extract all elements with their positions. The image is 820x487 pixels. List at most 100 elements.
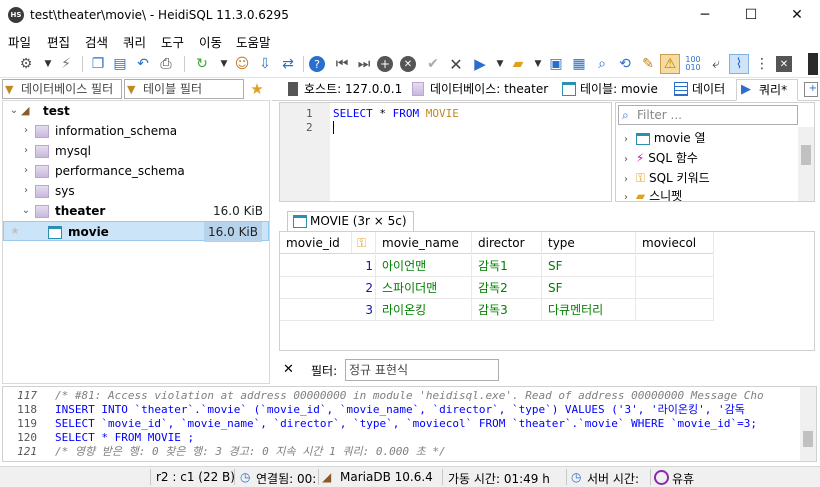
user-manager-icon[interactable]: ☺ bbox=[232, 54, 252, 74]
dropdown-icon[interactable]: ▼ bbox=[38, 54, 58, 74]
menu-go[interactable]: 이동 bbox=[199, 32, 222, 51]
wrap-icon[interactable]: ⤶ bbox=[706, 54, 726, 74]
helper-filter-input[interactable]: ⌕ Filter ... bbox=[618, 105, 798, 125]
tree-node-mysql[interactable]: › mysql bbox=[3, 141, 269, 161]
table-cell[interactable]: 감독2 bbox=[472, 277, 542, 299]
cancel-icon[interactable]: ✕ bbox=[446, 54, 466, 74]
filter-input[interactable]: 정규 표현식 bbox=[345, 359, 499, 381]
find-icon[interactable]: ⌕ bbox=[592, 54, 612, 74]
table-cell[interactable]: 감독3 bbox=[472, 299, 542, 321]
table-cell[interactable]: SF bbox=[542, 277, 636, 299]
warning-icon[interactable]: ⚠ bbox=[660, 54, 680, 74]
menu-query[interactable]: 쿼리 bbox=[123, 32, 146, 51]
close-button[interactable]: ✕ bbox=[774, 0, 820, 30]
tree-node-performance-schema[interactable]: › performance_schema bbox=[3, 161, 269, 181]
helper-scrollbar[interactable] bbox=[798, 127, 814, 201]
table-cell[interactable] bbox=[636, 299, 714, 321]
tree-node-sys[interactable]: › sys bbox=[3, 181, 269, 201]
table-cell[interactable]: 3 bbox=[280, 299, 376, 321]
save-as-icon[interactable]: ▦ bbox=[569, 54, 589, 74]
tab-table[interactable]: 테이블: movie bbox=[558, 79, 666, 101]
chevron-right-icon[interactable]: › bbox=[21, 161, 31, 181]
column-header[interactable]: moviecol bbox=[636, 232, 714, 254]
log-scrollbar[interactable] bbox=[800, 387, 816, 461]
dropdown-icon[interactable]: ▼ bbox=[214, 54, 234, 74]
export-icon[interactable]: ⇄ bbox=[278, 54, 298, 74]
result-tab[interactable]: MOVIE (3r × 5c) bbox=[287, 211, 414, 231]
print-icon[interactable]: ⎙ bbox=[156, 54, 176, 74]
tree-node-information-schema[interactable]: › information_schema bbox=[3, 121, 269, 141]
save-icon[interactable]: ▣ bbox=[546, 54, 566, 74]
minimize-button[interactable]: ─ bbox=[682, 0, 728, 30]
database-filter-input[interactable]: ▼ 데이터베이스 필터 bbox=[2, 79, 122, 99]
menu-search[interactable]: 검색 bbox=[85, 32, 108, 51]
table-cell[interactable]: 1 bbox=[280, 255, 376, 277]
more-icon[interactable]: ⋮ bbox=[752, 54, 772, 74]
close-filter-icon[interactable]: ✕ bbox=[283, 362, 294, 377]
tab-host[interactable]: 호스트: 127.0.0.1 bbox=[282, 79, 404, 101]
menu-tools[interactable]: 도구 bbox=[161, 32, 184, 51]
column-header[interactable]: movie_id bbox=[280, 232, 352, 254]
paste-icon[interactable]: ▤ bbox=[110, 54, 130, 74]
toolbar-overflow[interactable] bbox=[808, 53, 818, 75]
chevron-down-icon[interactable]: ⌄ bbox=[9, 101, 19, 121]
apply-icon[interactable]: ✔ bbox=[423, 54, 443, 74]
first-icon[interactable]: ⏮ bbox=[332, 54, 352, 74]
chevron-down-icon[interactable]: ⌄ bbox=[21, 201, 31, 221]
tab-data[interactable]: 데이터 bbox=[670, 79, 732, 101]
table-cell[interactable]: SF bbox=[542, 255, 636, 277]
help-icon[interactable]: ? bbox=[309, 56, 325, 72]
binary-icon[interactable]: 100 010 bbox=[683, 54, 703, 74]
open-folder-icon[interactable]: ▰ bbox=[508, 54, 528, 74]
tab-query[interactable]: ▶ 쿼리* bbox=[736, 79, 798, 101]
delete-icon[interactable]: ✕ bbox=[400, 56, 416, 72]
format-icon[interactable]: ⌇ bbox=[729, 54, 749, 74]
table-cell[interactable]: 2 bbox=[280, 277, 376, 299]
helper-item-snippets[interactable]: › ▰ 스니펫 bbox=[624, 188, 682, 201]
plug-icon[interactable]: ⚙ bbox=[16, 54, 36, 74]
table-cell[interactable]: 다큐멘터리 bbox=[542, 299, 636, 321]
chevron-right-icon[interactable]: › bbox=[21, 141, 31, 161]
table-cell[interactable]: 아이언맨 bbox=[376, 255, 472, 277]
table-cell[interactable]: 라이온킹 bbox=[376, 299, 472, 321]
table-cell[interactable]: 감독1 bbox=[472, 255, 542, 277]
column-header[interactable]: type bbox=[542, 232, 636, 254]
run-icon[interactable]: ▶ bbox=[470, 54, 490, 74]
star-icon[interactable]: ★ bbox=[10, 222, 20, 242]
menu-file[interactable]: 파일 bbox=[8, 32, 31, 51]
dropdown-icon[interactable]: ▼ bbox=[490, 54, 510, 74]
undo-icon[interactable]: ↶ bbox=[133, 54, 153, 74]
chevron-right-icon[interactable]: › bbox=[21, 181, 31, 201]
replace-icon[interactable]: ⟲ bbox=[615, 54, 635, 74]
result-grid[interactable]: movie_id ⚿ movie_name director type movi… bbox=[279, 231, 815, 351]
copy-icon[interactable]: ❐ bbox=[88, 54, 108, 74]
favorite-star-icon[interactable]: ★ bbox=[246, 79, 268, 99]
maximize-button[interactable]: ☐ bbox=[728, 0, 774, 30]
last-icon[interactable]: ⏭ bbox=[354, 54, 374, 74]
helper-item-keywords[interactable]: › ⚿ SQL 키워드 bbox=[624, 168, 710, 188]
table-cell[interactable]: 스파이더맨 bbox=[376, 277, 472, 299]
table-cell[interactable] bbox=[636, 255, 714, 277]
column-header[interactable]: director bbox=[472, 232, 542, 254]
tree-node-movie[interactable]: ★ movie 16.0 KiB bbox=[3, 221, 269, 242]
column-header[interactable]: movie_name bbox=[376, 232, 472, 254]
disconnect-icon[interactable]: ⚡ bbox=[56, 54, 76, 74]
helper-item-columns[interactable]: › movie 열 bbox=[624, 128, 706, 148]
new-query-tab-icon[interactable]: + bbox=[804, 82, 818, 97]
add-icon[interactable]: + bbox=[377, 56, 393, 72]
table-cell[interactable] bbox=[636, 277, 714, 299]
tree-node-test[interactable]: ⌄ ◢ test bbox=[3, 101, 269, 121]
menu-help[interactable]: 도움말 bbox=[236, 32, 271, 51]
tab-database[interactable]: 데이터베이스: theater bbox=[408, 79, 554, 101]
refresh-icon[interactable]: ↻ bbox=[192, 54, 212, 74]
chevron-right-icon[interactable]: › bbox=[21, 121, 31, 141]
dropdown-icon[interactable]: ▼ bbox=[528, 54, 548, 74]
import-icon[interactable]: ⇩ bbox=[255, 54, 275, 74]
menu-edit[interactable]: 편집 bbox=[47, 32, 70, 51]
sql-log[interactable]: 117/* #81: Access violation at address 0… bbox=[2, 386, 817, 462]
clear-icon[interactable]: ✎ bbox=[638, 54, 658, 74]
tree-node-theater[interactable]: ⌄ theater 16.0 KiB bbox=[3, 201, 269, 221]
table-filter-input[interactable]: ▼ 테이블 필터 bbox=[124, 79, 244, 99]
sql-editor[interactable]: 1 2 SELECT * FROM MOVIE bbox=[279, 102, 612, 202]
helper-item-functions[interactable]: › ⚡ SQL 함수 bbox=[624, 148, 698, 168]
